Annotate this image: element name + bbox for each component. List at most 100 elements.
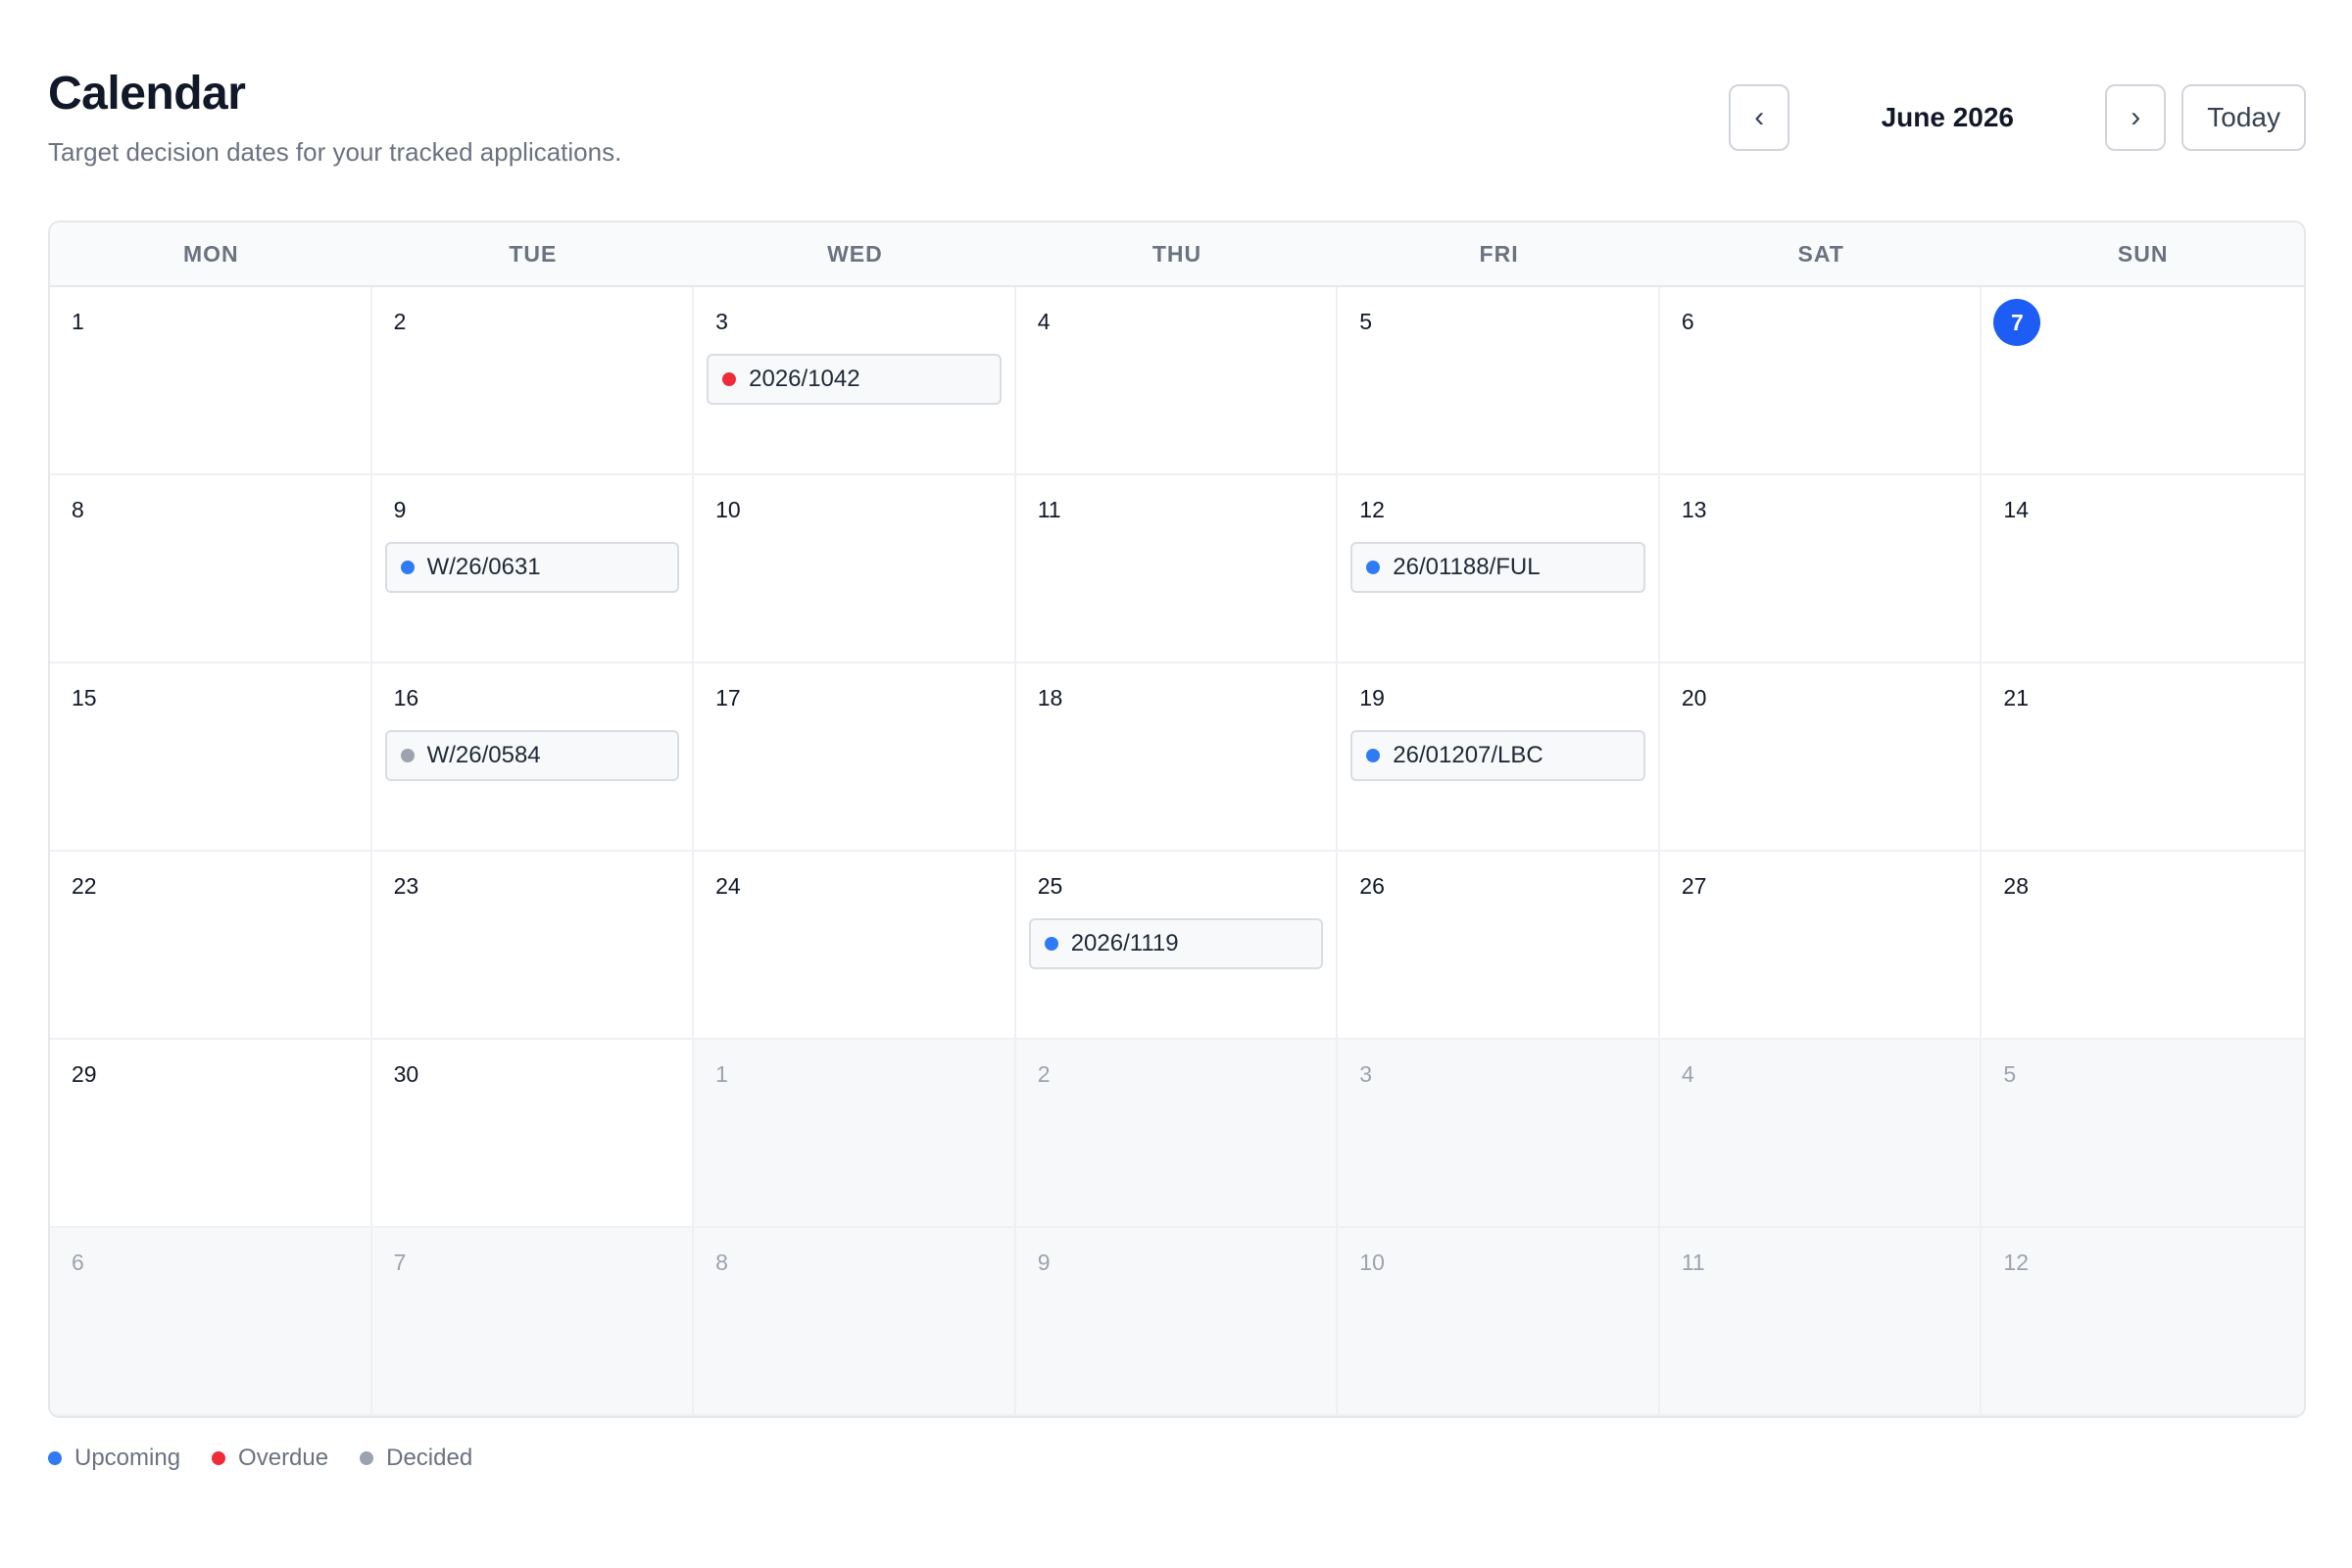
page-subtitle: Target decision dates for your tracked a… xyxy=(48,137,622,167)
status-dot-icon xyxy=(722,372,737,386)
legend-dot-icon xyxy=(212,1451,226,1465)
day-number: 30 xyxy=(393,1061,419,1087)
day-number: 28 xyxy=(2003,873,2030,899)
day-cell-outside-month[interactable]: 7 xyxy=(371,1228,695,1416)
day-cell-outside-month[interactable]: 5 xyxy=(1982,1040,2304,1228)
day-number: 12 xyxy=(1359,497,1385,522)
day-cell[interactable]: 12 26/01188/FUL xyxy=(1338,475,1660,663)
day-number: 3 xyxy=(715,309,728,334)
day-number: 19 xyxy=(1359,685,1385,710)
legend-item-upcoming: Upcoming xyxy=(48,1445,180,1472)
day-number: 11 xyxy=(1037,497,1061,522)
day-cell[interactable]: 21 xyxy=(1982,663,2304,852)
day-number: 29 xyxy=(72,1061,97,1087)
weekday-wed: WED xyxy=(827,240,883,267)
day-cell[interactable]: 9 W/26/0631 xyxy=(371,475,695,663)
day-cell[interactable]: 23 xyxy=(371,852,695,1040)
next-month-button[interactable]: › xyxy=(2105,84,2167,151)
legend-dot-icon xyxy=(360,1451,374,1465)
application-reference: W/26/0631 xyxy=(426,554,541,580)
status-dot-icon xyxy=(400,749,415,762)
day-number: 1 xyxy=(715,1061,728,1087)
application-reference: 26/01207/LBC xyxy=(1393,742,1544,768)
day-cell[interactable]: 27 xyxy=(1659,852,1983,1040)
weekday-fri: FRI xyxy=(1479,240,1519,267)
day-number: 21 xyxy=(2003,685,2030,710)
day-cell-outside-month[interactable]: 12 xyxy=(1982,1228,2304,1416)
day-cell[interactable]: 30 xyxy=(371,1040,695,1228)
day-cell[interactable]: 20 xyxy=(1659,663,1983,852)
day-cell-outside-month[interactable]: 6 xyxy=(50,1228,372,1416)
day-cell[interactable]: 10 xyxy=(694,475,1016,663)
previous-month-button[interactable]: ‹ xyxy=(1729,84,1790,151)
day-cell[interactable]: 2 xyxy=(371,287,695,475)
day-number: 22 xyxy=(72,873,97,899)
day-cell[interactable]: 3 2026/1042 xyxy=(694,287,1016,475)
current-month-label: June 2026 xyxy=(1881,102,2014,132)
day-cell[interactable]: 24 xyxy=(694,852,1016,1040)
weekday-sat: SAT xyxy=(1797,240,1844,267)
day-cell[interactable]: 15 xyxy=(50,663,372,852)
application-reference: 2026/1042 xyxy=(749,366,860,392)
month-navigation: ‹ June 2026 › Today xyxy=(1729,84,2306,151)
month-calendar: MON TUE WED THU FRI SAT SUN 1 2 3 2026/1042… xyxy=(48,220,2306,1418)
day-cell[interactable]: 8 xyxy=(50,475,372,663)
day-cell-outside-month[interactable]: 10 xyxy=(1338,1228,1660,1416)
day-cell[interactable]: 1 xyxy=(50,287,372,475)
day-number: 9 xyxy=(1037,1250,1051,1275)
day-cell[interactable]: 13 xyxy=(1659,475,1983,663)
day-number: 27 xyxy=(1681,873,1707,899)
legend-label: Decided xyxy=(386,1445,473,1471)
day-cell[interactable]: 5 xyxy=(1338,287,1660,475)
day-cell[interactable]: 29 xyxy=(50,1040,372,1228)
weekday-tue: TUE xyxy=(509,240,558,267)
application-event-chip[interactable]: 2026/1119 xyxy=(1028,918,1324,969)
day-number: 7 xyxy=(393,1250,407,1275)
day-cell-outside-month[interactable]: 9 xyxy=(1015,1228,1339,1416)
day-cell[interactable]: 25 2026/1119 xyxy=(1015,852,1339,1040)
day-cell[interactable]: 11 xyxy=(1015,475,1339,663)
day-number: 9 xyxy=(393,497,407,522)
application-event-chip[interactable]: W/26/0631 xyxy=(384,542,680,593)
legend-label: Overdue xyxy=(238,1445,329,1471)
day-number: 24 xyxy=(715,873,741,899)
day-number: 8 xyxy=(715,1250,728,1275)
legend-item-overdue: Overdue xyxy=(212,1445,328,1472)
day-cell[interactable]: 14 xyxy=(1982,475,2304,663)
day-cell[interactable]: 28 xyxy=(1982,852,2304,1040)
day-number: 20 xyxy=(1681,685,1707,710)
day-number: 10 xyxy=(715,497,741,522)
today-day-number: 7 xyxy=(1993,299,2041,346)
day-cell[interactable]: 18 xyxy=(1015,663,1339,852)
weekday-mon: MON xyxy=(182,240,239,267)
legend-dot-icon xyxy=(48,1451,62,1465)
day-number: 14 xyxy=(2003,497,2030,522)
day-cell[interactable]: 7 xyxy=(1982,287,2304,475)
application-event-chip[interactable]: 26/01207/LBC xyxy=(1350,730,1645,781)
day-cell-outside-month[interactable]: 3 xyxy=(1338,1040,1660,1228)
day-number: 4 xyxy=(1681,1061,1694,1087)
status-dot-icon xyxy=(400,561,415,574)
day-number: 1 xyxy=(72,309,84,334)
application-event-chip[interactable]: 2026/1042 xyxy=(707,354,1002,405)
day-cell-outside-month[interactable]: 2 xyxy=(1015,1040,1339,1228)
day-cell-outside-month[interactable]: 8 xyxy=(694,1228,1016,1416)
day-cell[interactable]: 6 xyxy=(1659,287,1983,475)
day-number: 10 xyxy=(1359,1250,1385,1275)
today-button[interactable]: Today xyxy=(2181,84,2306,151)
day-cell[interactable]: 16 W/26/0584 xyxy=(371,663,695,852)
day-cell-outside-month[interactable]: 4 xyxy=(1659,1040,1983,1228)
day-cell-outside-month[interactable]: 11 xyxy=(1659,1228,1983,1416)
application-event-chip[interactable]: 26/01188/FUL xyxy=(1350,542,1645,593)
day-number: 26 xyxy=(1359,873,1385,899)
application-event-chip[interactable]: W/26/0584 xyxy=(384,730,680,781)
day-cell[interactable]: 19 26/01207/LBC xyxy=(1338,663,1660,852)
day-cell[interactable]: 22 xyxy=(50,852,372,1040)
day-cell[interactable]: 4 xyxy=(1015,287,1339,475)
status-dot-icon xyxy=(1366,749,1381,762)
calendar-page: Calendar Target decision dates for your … xyxy=(48,63,2306,1471)
day-cell-outside-month[interactable]: 1 xyxy=(694,1040,1016,1228)
day-cell[interactable]: 17 xyxy=(694,663,1016,852)
day-cell[interactable]: 26 xyxy=(1338,852,1660,1040)
chevron-left-icon: ‹ xyxy=(1754,101,1765,133)
